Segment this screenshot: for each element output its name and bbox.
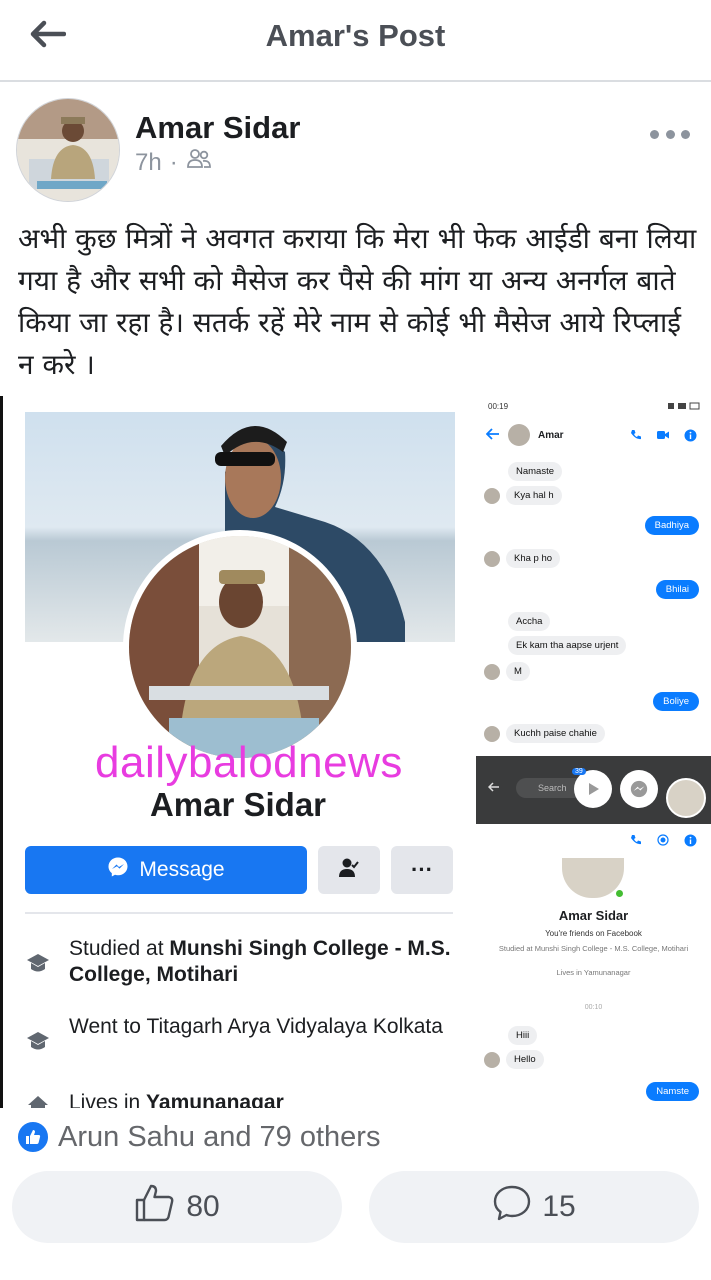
overlay-avatar	[666, 778, 706, 818]
chat-message-text: M	[506, 662, 530, 681]
info-studied-prefix: Studied at	[69, 937, 170, 960]
card-friends: You're friends on Facebook	[545, 929, 642, 938]
thumbs-up-icon	[134, 1183, 176, 1231]
overlay-back-icon	[487, 782, 500, 795]
card-time: 00:10	[584, 1004, 603, 1011]
chat-message: Namaste	[508, 462, 563, 481]
like-count: 80	[186, 1190, 220, 1223]
info-lives-city: Yamunanagar	[146, 1091, 284, 1108]
chat-message-out: Boliye	[653, 692, 699, 711]
info-lives: Lives in Yamunanagar	[25, 1090, 465, 1108]
video-icon	[657, 430, 669, 439]
card-action-icons	[630, 834, 697, 847]
play-icon	[574, 770, 612, 808]
message-button-label: Message	[139, 858, 225, 881]
chat-status-time: 00:19	[488, 402, 509, 411]
chat-header: Amar	[476, 420, 711, 450]
card-lives: Lives in Yamunanagar	[556, 968, 631, 977]
chat-message-text: Kya hal h	[506, 486, 562, 505]
chat-profile-card: Amar Sidar You're friends on Facebook St…	[476, 824, 711, 1108]
chat-contact-name: Amar	[538, 429, 564, 441]
chat-message: Hello	[484, 1050, 544, 1069]
chat-screenshot: 00:19 Amar Namaste Kya hal h Badhiya Kha…	[476, 396, 711, 1108]
message-button: Message	[25, 846, 307, 894]
online-dot	[614, 888, 625, 899]
comment-icon	[492, 1184, 532, 1230]
chat-back-icon	[485, 427, 500, 443]
chat-message-text: Namaste	[508, 462, 563, 481]
chat-message-out: Badhiya	[644, 516, 699, 535]
post-time[interactable]: 7h	[135, 149, 162, 177]
info-went-to: Went to Titagarh Arya Vidyalaya Kolkata	[25, 1014, 465, 1054]
comment-count: 15	[542, 1190, 576, 1223]
chat-action-icons	[630, 429, 697, 442]
chat-message-text: Kuchh paise chahie	[506, 724, 605, 743]
like-reaction-icon	[16, 1120, 50, 1154]
author-avatar[interactable]	[16, 98, 120, 202]
home-icon	[25, 1092, 51, 1108]
badge-count: 39	[572, 768, 586, 775]
profile-more-button: ···	[391, 846, 453, 894]
info-went-to-text: Went to Titagarh Arya Vidyalaya Kolkata	[69, 1015, 443, 1038]
chat-message: Kya hal h	[484, 486, 562, 505]
like-button[interactable]: 80	[12, 1171, 342, 1243]
friend-check-icon	[338, 857, 360, 884]
profile-picture	[123, 530, 357, 764]
education-icon	[25, 950, 51, 976]
author-name[interactable]: Amar Sidar	[135, 110, 300, 146]
chat-message-out: Bhilai	[655, 580, 699, 599]
chat-message: Ek kam tha aapse urjent	[508, 636, 627, 655]
chat-message-text: Hello	[506, 1050, 544, 1069]
info-studied: Studied at Munshi Singh College - M.S. C…	[25, 936, 465, 988]
chat-message: Kha p ho	[484, 549, 561, 568]
info-lives-prefix: Lives in	[69, 1091, 147, 1108]
post-page: Amar's Post Amar Sidar 7h · अभी कुछ मित्…	[0, 0, 711, 1280]
chat-status-bar: 00:19	[488, 402, 700, 412]
chat-avatar	[484, 663, 500, 680]
post-text: अभी कुछ मित्रों ने अवगत कराया कि मेरा भी…	[18, 222, 697, 381]
post-photo[interactable]: dailybalodnews Amar Sidar Message ··· St…	[0, 396, 711, 1108]
education-icon	[25, 1028, 51, 1054]
card-name: Amar Sidar	[558, 908, 629, 923]
chat-overlay-bar: Search 39	[476, 756, 711, 824]
chat-message: Accha	[508, 612, 551, 631]
chat-message-text: Kha p ho	[506, 549, 561, 568]
page-title: Amar's Post	[265, 18, 446, 53]
battery-icon	[668, 402, 700, 412]
profile-divider	[25, 912, 453, 914]
chat-avatar	[484, 1051, 500, 1068]
friends-button	[318, 846, 380, 894]
more-options-icon[interactable]	[650, 124, 690, 144]
info-icon	[684, 429, 697, 441]
top-bar: Amar's Post	[0, 0, 711, 82]
profile-name: Amar Sidar	[149, 786, 327, 823]
chat-avatar	[484, 725, 500, 742]
comment-button[interactable]: 15	[369, 1171, 699, 1243]
messenger-icon	[107, 856, 129, 884]
chat-message: M	[484, 662, 530, 681]
card-studied: Studied at Munshi Singh College - M.S. C…	[498, 944, 689, 953]
watermark-text: dailybalodnews	[95, 738, 403, 787]
chat-message-text: Hiii	[508, 1026, 538, 1045]
meta-separator: ·	[169, 148, 178, 176]
chat-message-out: Namste	[646, 1082, 699, 1101]
friends-audience-icon	[186, 148, 212, 177]
overlay-messenger-icon	[620, 770, 658, 808]
chat-message-text: Ek kam tha aapse urjent	[508, 636, 627, 655]
chat-message: Hiii	[508, 1026, 538, 1045]
chat-avatar	[484, 487, 500, 504]
post-meta: 7h ·	[135, 148, 212, 177]
call-icon	[631, 429, 641, 439]
profile-screenshot: dailybalodnews Amar Sidar Message ··· St…	[3, 396, 473, 1108]
chat-message: Kuchh paise chahie	[484, 724, 605, 743]
chat-contact-avatar	[508, 424, 530, 446]
chat-avatar	[484, 550, 500, 567]
reactions-summary[interactable]: Arun Sahu and 79 others	[16, 1120, 380, 1154]
chat-message-text: Accha	[508, 612, 551, 631]
reactions-text[interactable]: Arun Sahu and 79 others	[58, 1121, 380, 1154]
